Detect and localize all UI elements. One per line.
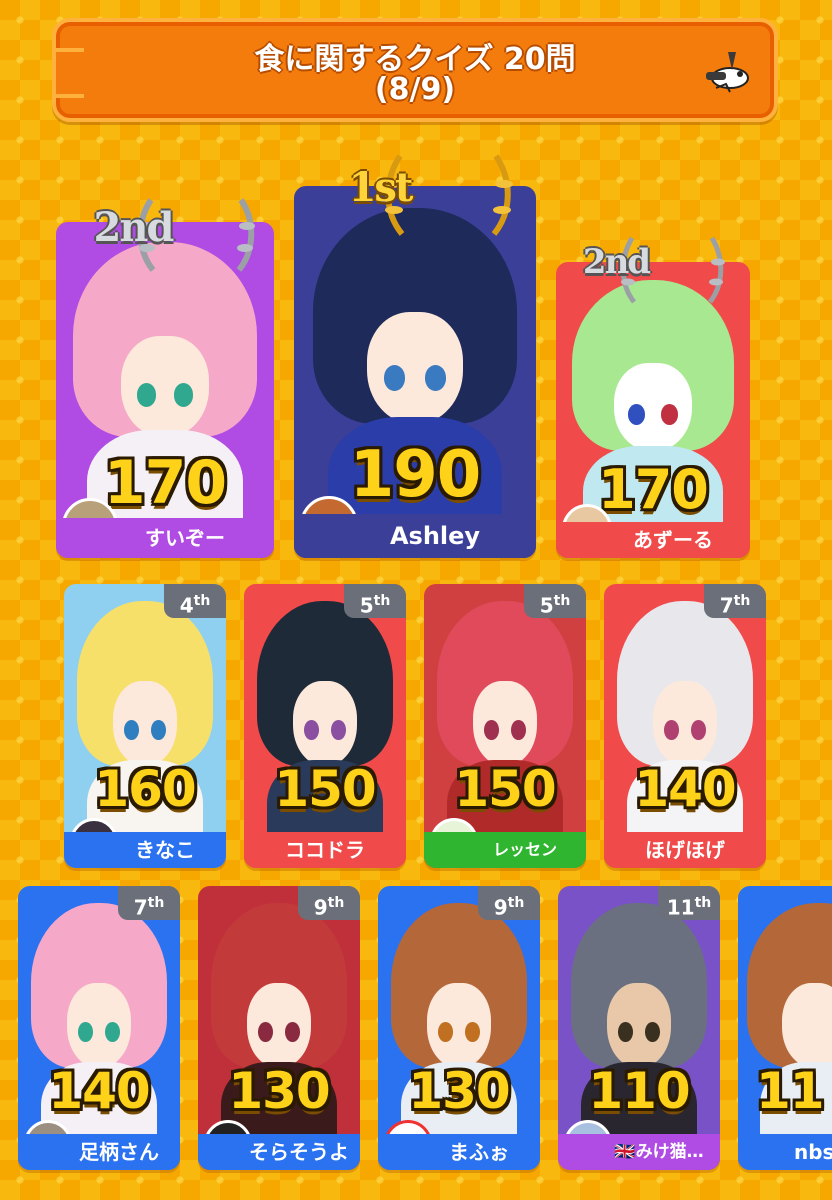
player-name: 🇬🇧みけ猫… (558, 1134, 720, 1170)
rank-badge: 5th (344, 584, 406, 618)
rank-badge-1st: 1st (312, 146, 513, 246)
player-name: ココドラ (244, 832, 406, 868)
player-name: すいぞー (56, 518, 274, 558)
player-name: レッセン (424, 832, 586, 868)
player-score: 130 (228, 1062, 330, 1120)
character-art (604, 584, 766, 868)
mascot-icon (706, 52, 749, 93)
player-score: 150 (274, 760, 376, 818)
player-name: 足柄さん (18, 1134, 180, 1170)
player-score: 150 (454, 760, 556, 818)
character-art (738, 886, 832, 1170)
player-card[interactable]: 9th 130 そらそうよ (198, 886, 360, 1170)
player-score: 11 (756, 1062, 825, 1120)
player-score: 140 (634, 760, 736, 818)
rank-badge: 4th (164, 584, 226, 618)
player-card[interactable]: 11 nbs (738, 886, 832, 1170)
quiz-title-banner: 食に関するクイズ 20問 (8/9) (52, 18, 778, 122)
player-name: そらそうよ (198, 1134, 360, 1170)
player-score: 110 (588, 1062, 690, 1120)
player-score: 160 (94, 760, 196, 818)
rank-badge: 5th (524, 584, 586, 618)
character-art (244, 584, 406, 868)
rank-badge: 9th (298, 886, 360, 920)
player-card[interactable]: 4th 160 きなこ (64, 584, 226, 868)
rank-badge: 11th (658, 886, 720, 920)
player-name: まふぉ (378, 1134, 540, 1170)
player-card[interactable]: 5th 150 ココドラ (244, 584, 406, 868)
player-card[interactable]: 7th 140 ほげほげ (604, 584, 766, 868)
rank-badge-2nd-left: 2nd (70, 186, 255, 282)
rank-badge-2nd-right: 2nd (560, 226, 725, 312)
player-name: nbs (738, 1134, 832, 1170)
rank-badge: 9th (478, 886, 540, 920)
player-score: 130 (408, 1062, 510, 1120)
rank-label: 2nd (582, 242, 651, 282)
player-name: きなこ (64, 832, 226, 868)
rank-badge: 7th (704, 584, 766, 618)
player-name: あずーる (556, 522, 750, 558)
player-card[interactable]: 9th 130 まふぉ (378, 886, 540, 1170)
question-progress: (8/9) (374, 72, 456, 107)
player-card[interactable]: 11th 110 🇬🇧みけ猫… (558, 886, 720, 1170)
player-name: ほげほげ (604, 832, 766, 868)
player-score: 140 (48, 1062, 150, 1120)
player-name: Ashley (294, 514, 536, 558)
player-card[interactable]: 5th 150 レッセン (424, 584, 586, 868)
results-screen: 食に関するクイズ 20問 (8/9) 170 すいぞー 190 Ashley 1… (0, 0, 832, 1200)
rank-badge: 7th (118, 886, 180, 920)
rank-label: 2nd (93, 204, 175, 251)
rank-label: 1st (348, 164, 414, 211)
player-card[interactable]: 7th 140 足柄さん (18, 886, 180, 1170)
